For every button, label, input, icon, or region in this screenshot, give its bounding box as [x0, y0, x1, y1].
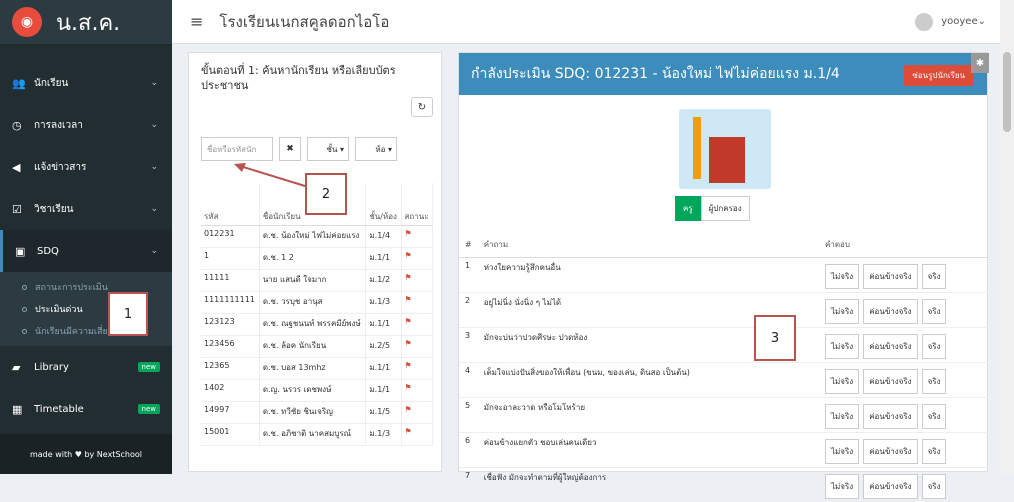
answer-group: ไม่จริง ค่อนข้างจริง จริง	[825, 471, 983, 499]
callout-arrow	[234, 163, 306, 187]
answer-true-button[interactable]: จริง	[921, 473, 947, 499]
answer-somewhat-button[interactable]: ค่อนข้างจริง	[863, 473, 918, 499]
answer-false-button[interactable]: ไม่จริง	[825, 473, 860, 499]
